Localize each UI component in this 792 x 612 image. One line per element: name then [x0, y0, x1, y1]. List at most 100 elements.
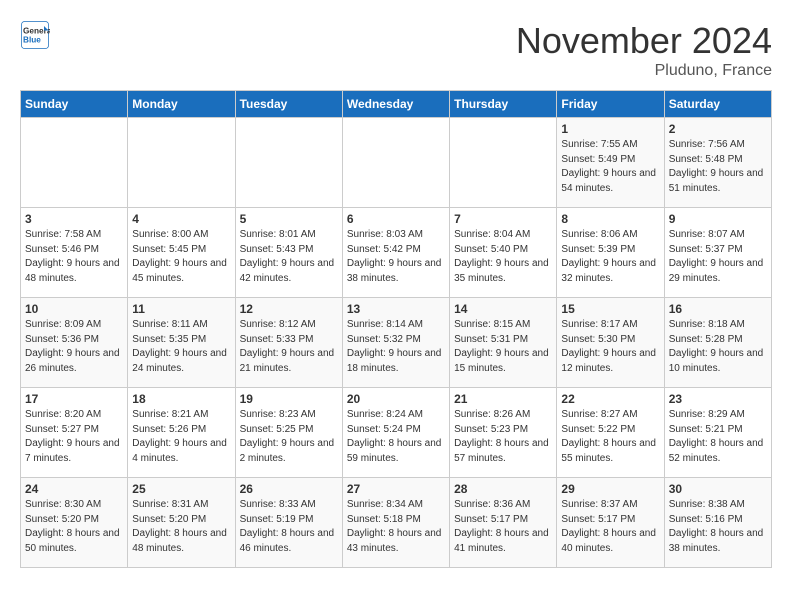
calendar-week-row: 10 Sunrise: 8:09 AMSunset: 5:36 PMDayligh…: [21, 298, 772, 388]
calendar-cell: 1 Sunrise: 7:55 AMSunset: 5:49 PMDaylight…: [557, 118, 664, 208]
calendar-cell: [128, 118, 235, 208]
day-info: Sunrise: 8:24 AMSunset: 5:24 PMDaylight:…: [347, 408, 445, 466]
calendar-week-row: 24Sunrise: 8:30 AMSunset: 5:20 PMDayligh…: [21, 478, 772, 568]
day-info: Sunrise: 8:00 AMSunset: 5:45 PMDaylight:…: [132, 228, 230, 286]
day-info: Sunrise: 8:18 AMSunset: 5:28 PMDaylight:…: [669, 318, 767, 376]
day-info: Sunrise: 8:12 AMSunset: 5:33 PMDaylight:…: [240, 318, 338, 376]
day-number: 6: [347, 212, 445, 226]
day-number: 25: [132, 482, 230, 496]
day-number: 13: [347, 302, 445, 316]
day-number: 28: [454, 482, 552, 496]
calendar-cell: 12 Sunrise: 8:12 AMSunset: 5:33 PMDayligh…: [235, 298, 342, 388]
day-info: Sunrise: 8:09 AMSunset: 5:36 PMDaylight:…: [25, 318, 123, 376]
weekday-header-row: SundayMondayTuesdayWednesdayThursdayFrid…: [21, 91, 772, 118]
day-number: 15: [561, 302, 659, 316]
calendar-cell: 13 Sunrise: 8:14 AMSunset: 5:32 PMDayligh…: [342, 298, 449, 388]
day-number: 2: [669, 122, 767, 136]
calendar-cell: 6 Sunrise: 8:03 AMSunset: 5:42 PMDaylight…: [342, 208, 449, 298]
day-number: 16: [669, 302, 767, 316]
day-number: 7: [454, 212, 552, 226]
day-info: Sunrise: 8:15 AMSunset: 5:31 PMDaylight:…: [454, 318, 552, 376]
calendar-cell: 10 Sunrise: 8:09 AMSunset: 5:36 PMDayligh…: [21, 298, 128, 388]
calendar-cell: [235, 118, 342, 208]
svg-text:Blue: Blue: [23, 36, 41, 45]
calendar-cell: 19 Sunrise: 8:23 AMSunset: 5:25 PMDayligh…: [235, 388, 342, 478]
day-number: 8: [561, 212, 659, 226]
calendar-table: SundayMondayTuesdayWednesdayThursdayFrid…: [20, 90, 772, 568]
day-number: 10: [25, 302, 123, 316]
day-number: 30: [669, 482, 767, 496]
calendar-week-row: 3Sunrise: 7:58 AMSunset: 5:46 PMDaylight…: [21, 208, 772, 298]
calendar-cell: 28 Sunrise: 8:36 AMSunset: 5:17 PMDayligh…: [450, 478, 557, 568]
weekday-header-wednesday: Wednesday: [342, 91, 449, 118]
day-number: 12: [240, 302, 338, 316]
calendar-week-row: 1 Sunrise: 7:55 AMSunset: 5:49 PMDaylight…: [21, 118, 772, 208]
day-number: 21: [454, 392, 552, 406]
calendar-cell: 26Sunrise: 8:33 AMSunset: 5:19 PMDayligh…: [235, 478, 342, 568]
page-header: General Blue November 2024 Pluduno, Fran…: [20, 20, 772, 80]
weekday-header-saturday: Saturday: [664, 91, 771, 118]
logo-icon: General Blue: [20, 20, 50, 50]
day-number: 29: [561, 482, 659, 496]
day-number: 9: [669, 212, 767, 226]
day-info: Sunrise: 8:27 AMSunset: 5:22 PMDaylight:…: [561, 408, 659, 466]
day-info: Sunrise: 8:21 AMSunset: 5:26 PMDaylight:…: [132, 408, 230, 466]
day-number: 23: [669, 392, 767, 406]
calendar-cell: 7 Sunrise: 8:04 AMSunset: 5:40 PMDaylight…: [450, 208, 557, 298]
calendar-cell: 11Sunrise: 8:11 AMSunset: 5:35 PMDayligh…: [128, 298, 235, 388]
day-info: Sunrise: 8:34 AMSunset: 5:18 PMDaylight:…: [347, 498, 445, 556]
day-info: Sunrise: 8:04 AMSunset: 5:40 PMDaylight:…: [454, 228, 552, 286]
day-info: Sunrise: 8:17 AMSunset: 5:30 PMDaylight:…: [561, 318, 659, 376]
day-number: 22: [561, 392, 659, 406]
calendar-cell: 29 Sunrise: 8:37 AMSunset: 5:17 PMDayligh…: [557, 478, 664, 568]
calendar-cell: [342, 118, 449, 208]
weekday-header-friday: Friday: [557, 91, 664, 118]
calendar-cell: 20 Sunrise: 8:24 AMSunset: 5:24 PMDayligh…: [342, 388, 449, 478]
day-number: 19: [240, 392, 338, 406]
day-info: Sunrise: 7:58 AMSunset: 5:46 PMDaylight:…: [25, 228, 123, 286]
calendar-cell: 8 Sunrise: 8:06 AMSunset: 5:39 PMDaylight…: [557, 208, 664, 298]
day-info: Sunrise: 8:01 AMSunset: 5:43 PMDaylight:…: [240, 228, 338, 286]
day-number: 24: [25, 482, 123, 496]
day-info: Sunrise: 8:38 AMSunset: 5:16 PMDaylight:…: [669, 498, 767, 556]
weekday-header-thursday: Thursday: [450, 91, 557, 118]
calendar-cell: 3Sunrise: 7:58 AMSunset: 5:46 PMDaylight…: [21, 208, 128, 298]
day-number: 14: [454, 302, 552, 316]
day-info: Sunrise: 8:06 AMSunset: 5:39 PMDaylight:…: [561, 228, 659, 286]
day-number: 27: [347, 482, 445, 496]
day-info: Sunrise: 7:55 AMSunset: 5:49 PMDaylight:…: [561, 138, 659, 196]
calendar-cell: 23 Sunrise: 8:29 AMSunset: 5:21 PMDayligh…: [664, 388, 771, 478]
day-info: Sunrise: 8:14 AMSunset: 5:32 PMDaylight:…: [347, 318, 445, 376]
day-info: Sunrise: 8:11 AMSunset: 5:35 PMDaylight:…: [132, 318, 230, 376]
calendar-cell: [450, 118, 557, 208]
calendar-week-row: 17Sunrise: 8:20 AMSunset: 5:27 PMDayligh…: [21, 388, 772, 478]
day-info: Sunrise: 8:07 AMSunset: 5:37 PMDaylight:…: [669, 228, 767, 286]
calendar-cell: 25 Sunrise: 8:31 AMSunset: 5:20 PMDayligh…: [128, 478, 235, 568]
calendar-cell: 15 Sunrise: 8:17 AMSunset: 5:30 PMDayligh…: [557, 298, 664, 388]
calendar-cell: 18 Sunrise: 8:21 AMSunset: 5:26 PMDayligh…: [128, 388, 235, 478]
day-info: Sunrise: 8:03 AMSunset: 5:42 PMDaylight:…: [347, 228, 445, 286]
calendar-cell: 17Sunrise: 8:20 AMSunset: 5:27 PMDayligh…: [21, 388, 128, 478]
logo: General Blue: [20, 20, 50, 50]
calendar-cell: 30 Sunrise: 8:38 AMSunset: 5:16 PMDayligh…: [664, 478, 771, 568]
day-info: Sunrise: 8:29 AMSunset: 5:21 PMDaylight:…: [669, 408, 767, 466]
calendar-cell: 22 Sunrise: 8:27 AMSunset: 5:22 PMDayligh…: [557, 388, 664, 478]
day-info: Sunrise: 8:23 AMSunset: 5:25 PMDaylight:…: [240, 408, 338, 466]
day-number: 17: [25, 392, 123, 406]
day-number: 20: [347, 392, 445, 406]
calendar-cell: 24Sunrise: 8:30 AMSunset: 5:20 PMDayligh…: [21, 478, 128, 568]
day-info: Sunrise: 8:26 AMSunset: 5:23 PMDaylight:…: [454, 408, 552, 466]
day-number: 5: [240, 212, 338, 226]
day-info: Sunrise: 8:31 AMSunset: 5:20 PMDaylight:…: [132, 498, 230, 556]
day-info: Sunrise: 8:37 AMSunset: 5:17 PMDaylight:…: [561, 498, 659, 556]
day-number: 26: [240, 482, 338, 496]
calendar-cell: 4Sunrise: 8:00 AMSunset: 5:45 PMDaylight…: [128, 208, 235, 298]
day-info: Sunrise: 8:36 AMSunset: 5:17 PMDaylight:…: [454, 498, 552, 556]
day-number: 18: [132, 392, 230, 406]
location: Pluduno, France: [516, 62, 772, 80]
calendar-cell: 27 Sunrise: 8:34 AMSunset: 5:18 PMDayligh…: [342, 478, 449, 568]
calendar-cell: 21 Sunrise: 8:26 AMSunset: 5:23 PMDayligh…: [450, 388, 557, 478]
weekday-header-monday: Monday: [128, 91, 235, 118]
title-block: November 2024 Pluduno, France: [516, 20, 772, 80]
day-number: 1: [561, 122, 659, 136]
